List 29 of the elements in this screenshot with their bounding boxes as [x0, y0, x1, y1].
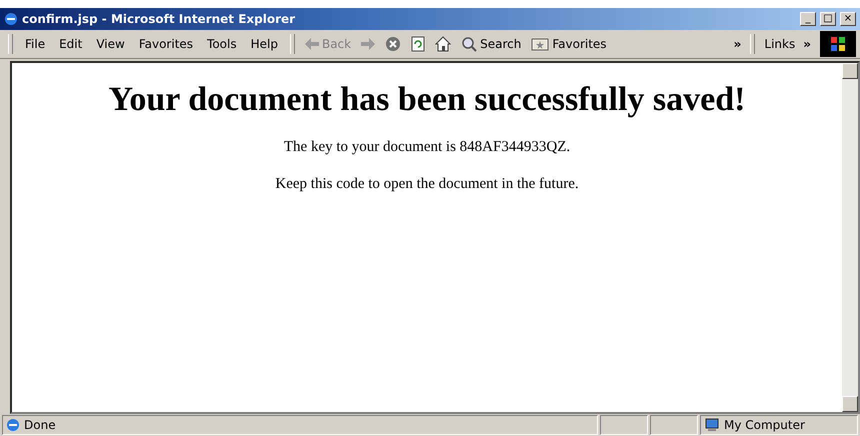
refresh-icon — [411, 36, 426, 52]
menu-item[interactable]: View — [90, 35, 131, 53]
scrollbar[interactable] — [842, 63, 858, 412]
windows-logo — [820, 31, 856, 57]
paragraph: The key to your document is 848AF344933QZ. — [282, 139, 572, 156]
menu-item[interactable]: File — [19, 35, 52, 53]
menu-item[interactable]: Help — [244, 35, 284, 53]
left-arrow-icon — [304, 38, 319, 50]
page-heading: Your document has been successfully saved! — [108, 81, 746, 119]
menu-item[interactable]: Favorites — [132, 35, 200, 53]
chevron[interactable]: » — [730, 37, 744, 51]
window-control-button[interactable]: _ — [800, 12, 816, 26]
search-button[interactable]: Search — [457, 34, 526, 54]
stop-icon — [385, 36, 402, 52]
links-label[interactable]: Links — [761, 37, 798, 51]
status-text: Done — [24, 418, 56, 432]
window-control-button[interactable]: × — [840, 12, 856, 26]
zone-text: My Computer — [724, 418, 805, 432]
search-icon — [461, 36, 478, 52]
menu-item[interactable]: Edit — [53, 35, 88, 53]
computer-icon — [704, 418, 720, 432]
menu-item[interactable]: Tools — [201, 35, 243, 53]
paragraph: Keep this code to open the document in the future. — [274, 176, 580, 193]
window-title: confirm.jsp - Microsoft Internet Explorer — [22, 12, 296, 26]
right-arrow-icon — [361, 38, 376, 50]
window-control-button[interactable]: □ — [820, 12, 836, 26]
home-icon — [435, 36, 452, 52]
chevron[interactable]: » — [800, 37, 814, 51]
favorites-button[interactable]: Favorites — [527, 35, 611, 53]
